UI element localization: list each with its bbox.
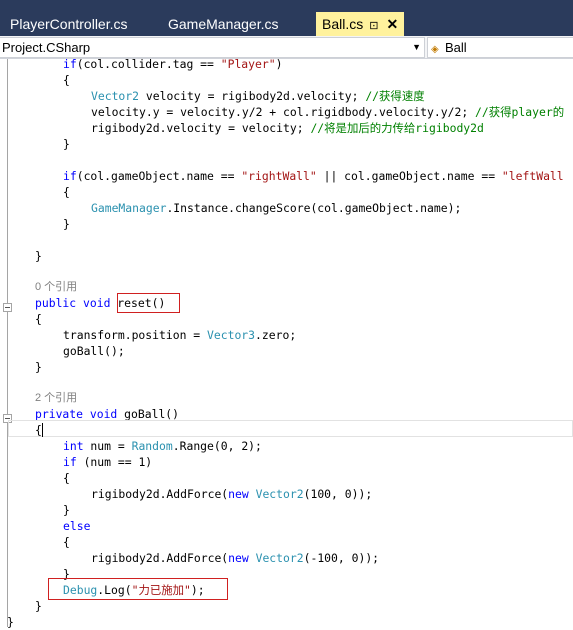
- reference-count[interactable]: 2 个引用: [35, 390, 77, 406]
- code-line: {: [63, 535, 70, 549]
- tab-player-controller[interactable]: PlayerController.cs: [10, 12, 128, 36]
- tab-label: PlayerController.cs: [10, 16, 128, 32]
- project-dropdown[interactable]: Project.CSharp ▼: [0, 37, 425, 58]
- collapse-icon[interactable]: [3, 299, 12, 312]
- code-line: if (num == 1): [63, 455, 153, 469]
- code-line: if(col.gameObject.name == "rightWall" ||…: [63, 169, 564, 183]
- code-editor[interactable]: if(col.collider.tag == "Player") { Vecto…: [0, 57, 573, 629]
- code-line: }: [35, 360, 42, 374]
- tab-game-manager[interactable]: GameManager.cs: [168, 12, 279, 36]
- code-line: Vector2 velocity = rigibody2d.velocity; …: [91, 89, 425, 103]
- code-line: GameManager.Instance.changeScore(col.gam…: [91, 201, 462, 215]
- code-line: }: [35, 599, 42, 613]
- project-dropdown-value: Project.CSharp: [2, 40, 91, 55]
- code-line: if(col.collider.tag == "Player"): [63, 57, 283, 71]
- code-line: }: [7, 615, 14, 629]
- close-icon[interactable]: ✕: [386, 12, 398, 36]
- code-line: {: [35, 423, 42, 437]
- code-line: rigibody2d.AddForce(new Vector2(-100, 0)…: [91, 551, 380, 565]
- code-line: }: [63, 217, 70, 231]
- code-line: else: [63, 519, 91, 533]
- highlight-box: [117, 293, 180, 313]
- code-line: goBall();: [63, 344, 125, 358]
- code-line: {: [35, 312, 42, 326]
- code-line: }: [35, 249, 42, 263]
- code-line: }: [63, 137, 70, 151]
- chevron-down-icon: ▼: [412, 42, 421, 52]
- code-line: int num = Random.Range(0, 2);: [63, 439, 262, 453]
- outline-guide: [7, 59, 8, 627]
- current-line-highlight: [8, 420, 573, 437]
- code-line: {: [63, 185, 70, 199]
- code-line: transform.position = Vector3.zero;: [63, 328, 297, 342]
- document-tab-bar: PlayerController.cs GameManager.cs Ball.…: [0, 0, 573, 36]
- code-line: rigibody2d.AddForce(new Vector2(100, 0))…: [91, 487, 373, 501]
- code-line: }: [63, 503, 70, 517]
- highlight-box: [48, 578, 228, 600]
- code-line: rigibody2d.velocity = velocity; //将是加后的力…: [91, 121, 484, 135]
- code-line: {: [63, 471, 70, 485]
- member-dropdown-value: Ball: [445, 40, 467, 55]
- tab-label: GameManager.cs: [168, 16, 279, 32]
- member-dropdown[interactable]: ◈ Ball: [427, 37, 573, 58]
- code-line: velocity.y = velocity.y/2 + col.rigidbod…: [91, 105, 565, 119]
- code-line: {: [63, 73, 70, 87]
- collapse-icon[interactable]: [3, 410, 12, 423]
- reference-count[interactable]: 0 个引用: [35, 279, 77, 295]
- text-caret: [42, 423, 43, 437]
- tab-ball[interactable]: Ball.cs ⊡ ✕: [316, 12, 405, 38]
- class-icon: ◈: [431, 44, 439, 55]
- tab-label: Ball.cs: [322, 16, 364, 32]
- pin-icon[interactable]: ⊡: [369, 14, 378, 38]
